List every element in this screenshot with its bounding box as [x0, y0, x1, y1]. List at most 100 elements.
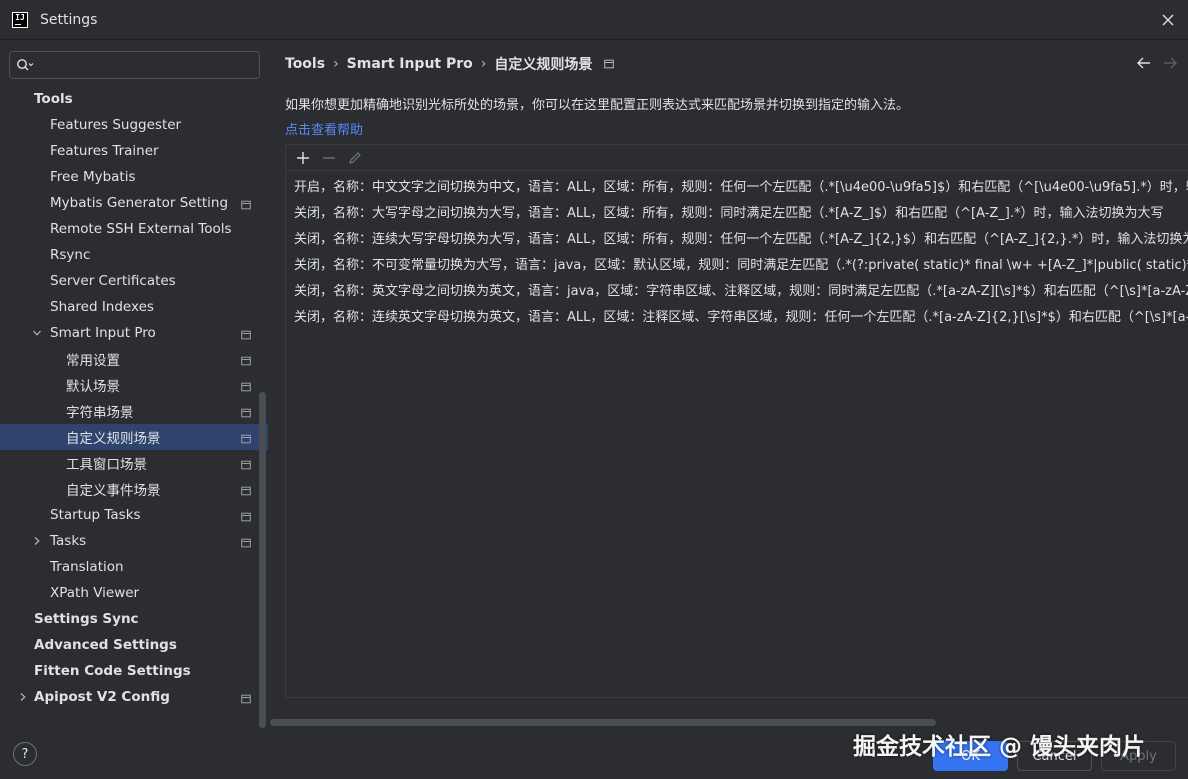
settings-tree: Tools Features Suggester Features Trainer F… — [0, 86, 268, 710]
sidebar-item-label: Startup Tasks — [50, 507, 141, 523]
chevron-right-icon[interactable] — [32, 536, 42, 546]
rule-row[interactable]: 关闭，名称：英文字母之间切换为英文，语言：java，区域：字符串区域、注释区域，… — [286, 279, 1188, 305]
sidebar-item-label: 字符串场景 — [66, 405, 134, 421]
sidebar-item-label: 默认场景 — [66, 379, 120, 395]
rule-row[interactable]: 关闭，名称：连续大写字母切换为大写，语言：ALL，区域：所有，规则：任何一个左匹… — [286, 227, 1188, 253]
sidebar-item-label: Mybatis Generator Setting — [50, 195, 229, 211]
sidebar-item[interactable]: Translation — [0, 554, 268, 580]
back-arrow-icon[interactable] — [1136, 56, 1152, 70]
breadcrumb-item-tools[interactable]: Tools — [285, 56, 325, 72]
sidebar-item[interactable]: XPath Viewer — [0, 580, 268, 606]
rules-list: 开启，名称：中文文字之间切换为中文，语言：ALL，区域：所有，规则：任何一个左匹… — [286, 171, 1188, 331]
chevron-right-icon: › — [333, 56, 339, 72]
sidebar-item-label: 自定义事件场景 — [66, 483, 161, 499]
rule-row[interactable]: 关闭，名称：大写字母之间切换为大写，语言：ALL，区域：所有，规则：同时满足左匹… — [286, 201, 1188, 227]
project-level-icon — [241, 328, 251, 340]
settings-sidebar: Tools Features Suggester Features Trainer F… — [0, 40, 268, 730]
sidebar-item[interactable]: Startup Tasks — [0, 502, 268, 528]
window-title: Settings — [40, 11, 98, 28]
settings-window: IJ Settings Tools Features Suggester Featu… — [0, 0, 1188, 779]
sidebar-item-label: Features Suggester — [50, 117, 182, 133]
sidebar-item-label: Settings Sync — [34, 611, 139, 627]
sidebar-item-label: 自定义规则场景 — [66, 431, 161, 447]
title-bar: IJ Settings — [0, 0, 1188, 40]
project-level-icon — [241, 536, 251, 548]
project-level-icon — [241, 458, 251, 470]
project-level-icon — [241, 354, 251, 366]
sidebar-item[interactable]: Tasks — [0, 528, 268, 554]
breadcrumb-item-smart-input-pro[interactable]: Smart Input Pro — [347, 56, 473, 72]
search-icon[interactable] — [16, 58, 34, 72]
sidebar-item[interactable]: Mybatis Generator Setting — [0, 190, 268, 216]
sidebar-item-label: Smart Input Pro — [50, 325, 156, 341]
content-horizontal-scrollbar[interactable] — [270, 719, 936, 726]
intellij-app-icon: IJ — [12, 11, 28, 28]
sidebar-vertical-scrollbar[interactable] — [259, 392, 266, 728]
sidebar-item[interactable]: Shared Indexes — [0, 294, 268, 320]
sidebar-item-label: 常用设置 — [66, 353, 120, 369]
settings-content: Tools › Smart Input Pro › 自定义规则场景 如果你想更加… — [268, 40, 1188, 730]
sidebar-item-label: Translation — [50, 559, 124, 575]
sidebar-item[interactable]: Remote SSH External Tools — [0, 216, 268, 242]
sidebar-item-label: Rsync — [50, 247, 91, 263]
sidebar-item[interactable]: 工具窗口场景 — [0, 450, 268, 476]
sidebar-item[interactable]: Server Certificates — [0, 268, 268, 294]
sidebar-item-label: 工具窗口场景 — [66, 457, 147, 473]
sidebar-item-label: Tasks — [50, 533, 87, 549]
sidebar-item[interactable]: Features Suggester — [0, 112, 268, 138]
forward-arrow-icon[interactable] — [1162, 56, 1178, 70]
close-icon — [1162, 14, 1174, 26]
project-level-icon — [241, 198, 251, 210]
sidebar-item[interactable]: Smart Input Pro — [0, 320, 268, 346]
chevron-right-icon[interactable] — [18, 692, 28, 702]
project-level-icon — [241, 484, 251, 496]
rule-row[interactable]: 关闭，名称：连续英文字母切换为英文，语言：ALL，区域：注释区域、字符串区域，规… — [286, 305, 1188, 331]
settings-search-box[interactable] — [9, 51, 260, 79]
minus-icon — [323, 156, 335, 159]
project-level-icon — [241, 406, 251, 418]
breadcrumb-item-current: 自定义规则场景 — [494, 57, 593, 73]
plus-icon — [297, 151, 309, 164]
sidebar-item-label: Server Certificates — [50, 273, 176, 289]
sidebar-item[interactable]: 默认场景 — [0, 372, 268, 398]
breadcrumb: Tools › Smart Input Pro › 自定义规则场景 — [285, 54, 615, 74]
sidebar-item[interactable]: Settings Sync — [0, 606, 268, 632]
sidebar-item-label: Shared Indexes — [50, 299, 154, 315]
pencil-icon — [349, 151, 361, 164]
project-level-icon — [241, 432, 251, 444]
sidebar-item-label: Remote SSH External Tools — [50, 221, 232, 237]
sidebar-item[interactable]: Free Mybatis — [0, 164, 268, 190]
chevron-right-icon: › — [480, 56, 487, 72]
settings-search-input[interactable] — [34, 53, 259, 77]
help-link[interactable]: 点击查看帮助 — [285, 119, 363, 138]
sidebar-item[interactable]: Fitten Code Settings — [0, 658, 268, 684]
rules-toolbar — [286, 145, 1188, 171]
sidebar-item[interactable]: Tools — [0, 86, 268, 112]
sidebar-item[interactable]: Advanced Settings — [0, 632, 268, 658]
rule-row[interactable]: 开启，名称：中文文字之间切换为中文，语言：ALL，区域：所有，规则：任何一个左匹… — [286, 175, 1188, 201]
project-level-icon — [604, 59, 615, 69]
sidebar-item[interactable]: 自定义事件场景 — [0, 476, 268, 502]
close-button[interactable] — [1158, 10, 1178, 30]
sidebar-item[interactable]: Features Trainer — [0, 138, 268, 164]
project-level-icon — [241, 380, 251, 392]
sidebar-item-label: Free Mybatis — [50, 169, 136, 185]
edit-rule-button[interactable] — [344, 147, 366, 169]
sidebar-item[interactable]: Apipost V2 Config — [0, 684, 268, 710]
sidebar-item-label: Advanced Settings — [34, 637, 177, 653]
sidebar-item[interactable]: 自定义规则场景 — [0, 424, 268, 450]
add-rule-button[interactable] — [292, 147, 314, 169]
remove-rule-button[interactable] — [318, 147, 340, 169]
sidebar-item-label: Apipost V2 Config — [34, 689, 170, 705]
sidebar-item[interactable]: 字符串场景 — [0, 398, 268, 424]
sidebar-item[interactable]: Rsync — [0, 242, 268, 268]
chevron-down-icon[interactable] — [32, 328, 42, 338]
rules-panel: 开启，名称：中文文字之间切换为中文，语言：ALL，区域：所有，规则：任何一个左匹… — [285, 144, 1188, 698]
project-level-icon — [241, 510, 251, 522]
watermark: 掘金技术社区 @ 馒头夹肉片 — [853, 734, 1146, 760]
rule-row[interactable]: 关闭，名称：不可变常量切换为大写，语言：java，区域：默认区域，规则：同时满足… — [286, 253, 1188, 279]
sidebar-item[interactable]: 常用设置 — [0, 346, 268, 372]
sidebar-item-label: XPath Viewer — [50, 585, 140, 601]
sidebar-item-label: Tools — [34, 91, 73, 107]
help-button[interactable]: ? — [13, 742, 37, 766]
